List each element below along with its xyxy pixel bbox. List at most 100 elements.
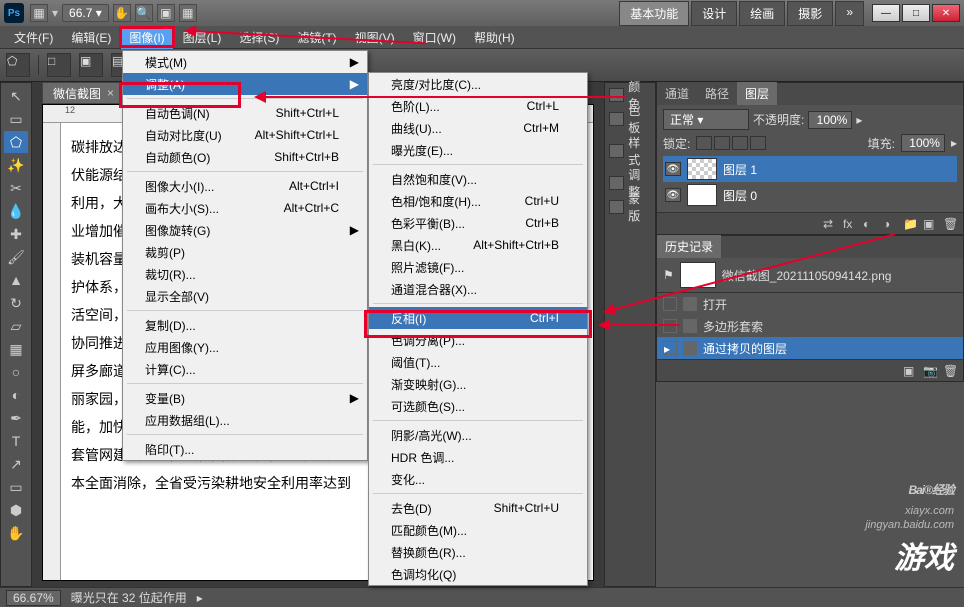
menu-row[interactable]: 色调分离(P)...	[369, 329, 587, 351]
trash-icon[interactable]: 🗑	[943, 217, 957, 231]
stamp-tool[interactable]: ▲	[4, 269, 28, 291]
selection-add-icon[interactable]: ▣	[79, 53, 103, 77]
eyedropper-tool[interactable]: 💧	[4, 200, 28, 222]
menu-row[interactable]: 裁切(R)...	[123, 263, 367, 285]
trash-icon[interactable]: 🗑	[943, 364, 957, 378]
document-tab[interactable]: 微信截图 ×	[42, 82, 125, 104]
adjust-icon[interactable]: ◑	[883, 217, 897, 231]
workspace-tab-painting[interactable]: 绘画	[739, 1, 785, 26]
layer-row[interactable]: 👁 图层 1	[663, 156, 957, 182]
screen-mode-icon[interactable]: ▣	[157, 4, 175, 22]
menu-edit[interactable]: 编辑(E)	[63, 26, 119, 49]
status-zoom[interactable]: 66.67%	[6, 590, 61, 606]
shape-tool[interactable]: ▭	[4, 476, 28, 498]
menu-row[interactable]: 陷印(T)...	[123, 438, 367, 460]
brush-source-icon[interactable]: ⚑	[663, 268, 674, 282]
tab-history[interactable]: 历史记录	[657, 235, 721, 258]
hand-tool[interactable]: ✋	[4, 522, 28, 544]
panel-masks[interactable]: 蒙版	[605, 195, 655, 219]
menu-help[interactable]: 帮助(H)	[466, 26, 523, 49]
magic-wand-tool[interactable]: ✨	[4, 154, 28, 176]
workspace-tab-essentials[interactable]: 基本功能	[619, 1, 689, 26]
link-icon[interactable]: ⇄	[823, 217, 837, 231]
menu-row[interactable]: 变化...	[369, 468, 587, 490]
menu-filter[interactable]: 滤镜(T)	[289, 26, 344, 49]
history-step[interactable]: 打开	[657, 293, 963, 315]
history-step[interactable]: ▸ 通过拷贝的图层	[657, 337, 963, 359]
menu-row[interactable]: 替换颜色(R)...	[369, 541, 587, 563]
menu-row[interactable]: 照片滤镜(F)...	[369, 256, 587, 278]
workspace-tab-photography[interactable]: 摄影	[787, 1, 833, 26]
new-doc-from-state-icon[interactable]: ▣	[903, 364, 917, 378]
menu-row[interactable]: 应用图像(Y)...	[123, 336, 367, 358]
menu-row[interactable]: 阴影/高光(W)...	[369, 424, 587, 446]
menu-window[interactable]: 窗口(W)	[405, 26, 464, 49]
tab-layers[interactable]: 图层	[737, 82, 777, 105]
window-minimize[interactable]: —	[872, 4, 900, 22]
menu-row[interactable]: 亮度/对比度(C)...	[369, 73, 587, 95]
layer-row[interactable]: 👁 图层 0	[663, 182, 957, 208]
menu-row[interactable]: 阈值(T)...	[369, 351, 587, 373]
menu-row[interactable]: 色彩平衡(B)...Ctrl+B	[369, 212, 587, 234]
menu-row[interactable]: 可选颜色(S)...	[369, 395, 587, 417]
menu-row[interactable]: 色调均化(Q)	[369, 563, 587, 585]
window-close[interactable]: ✕	[932, 4, 960, 22]
workspace-tab-design[interactable]: 设计	[691, 1, 737, 26]
menu-row[interactable]: 画布大小(S)...Alt+Ctrl+C	[123, 197, 367, 219]
menu-row[interactable]: 渐变映射(G)...	[369, 373, 587, 395]
menu-row[interactable]: 图像大小(I)...Alt+Ctrl+I	[123, 175, 367, 197]
dodge-tool[interactable]: ◐	[4, 384, 28, 406]
menu-image[interactable]: 图像(I)	[121, 26, 172, 49]
fill-field[interactable]: 100%	[901, 134, 945, 152]
menu-row[interactable]: 曝光度(E)...	[369, 139, 587, 161]
workspace-more[interactable]: »	[835, 1, 864, 26]
pen-tool[interactable]: ✒	[4, 407, 28, 429]
menu-row[interactable]: 反相(I)Ctrl+I	[369, 307, 587, 329]
menu-row[interactable]: 匹配颜色(M)...	[369, 519, 587, 541]
menu-row[interactable]: 模式(M)▶	[123, 51, 367, 73]
blur-tool[interactable]: ○	[4, 361, 28, 383]
visibility-icon[interactable]: 👁	[665, 162, 681, 176]
selection-new-icon[interactable]: □	[47, 53, 71, 77]
gradient-tool[interactable]: ▦	[4, 338, 28, 360]
crop-tool[interactable]: ✂	[4, 177, 28, 199]
new-snapshot-icon[interactable]: 📷	[923, 364, 937, 378]
history-marker[interactable]: ▸	[663, 341, 677, 355]
menu-row[interactable]: 黑白(K)...Alt+Shift+Ctrl+B	[369, 234, 587, 256]
lock-pixels-icon[interactable]	[714, 136, 730, 150]
menu-row[interactable]: 计算(C)...	[123, 358, 367, 380]
marquee-tool[interactable]: ▭	[4, 108, 28, 130]
menu-row[interactable]: 应用数据组(L)...	[123, 409, 367, 431]
move-tool[interactable]: ↖	[4, 85, 28, 107]
opacity-field[interactable]: 100%	[808, 111, 852, 129]
mask-icon[interactable]: ◐	[863, 217, 877, 231]
document-tab-close[interactable]: ×	[107, 86, 114, 100]
tab-paths[interactable]: 路径	[697, 82, 737, 105]
extras-icon[interactable]: ▦	[179, 4, 197, 22]
menu-select[interactable]: 选择(S)	[231, 26, 287, 49]
menu-row[interactable]: 曲线(U)...Ctrl+M	[369, 117, 587, 139]
menu-row[interactable]: 裁剪(P)	[123, 241, 367, 263]
menu-row[interactable]: 色相/饱和度(H)...Ctrl+U	[369, 190, 587, 212]
lasso-tool[interactable]: ⬠	[4, 131, 28, 153]
history-brush-tool[interactable]: ↻	[4, 292, 28, 314]
menu-row[interactable]: 变量(B)▶	[123, 387, 367, 409]
blend-mode-select[interactable]: 正常 ▾	[663, 109, 749, 130]
menu-row[interactable]: 图像旋转(G)▶	[123, 219, 367, 241]
lock-all-icon[interactable]	[750, 136, 766, 150]
3d-tool[interactable]: ⬢	[4, 499, 28, 521]
brush-tool[interactable]: 🖌	[4, 246, 28, 268]
history-marker[interactable]	[663, 319, 677, 333]
history-snapshot[interactable]: ⚑ 微信截图_20211105094142.png	[657, 258, 963, 293]
visibility-icon[interactable]: 👁	[665, 188, 681, 202]
eraser-tool[interactable]: ▱	[4, 315, 28, 337]
menu-file[interactable]: 文件(F)	[6, 26, 61, 49]
lock-position-icon[interactable]	[732, 136, 748, 150]
menu-row[interactable]: 色阶(L)...Ctrl+L	[369, 95, 587, 117]
panel-styles[interactable]: 样式	[605, 139, 655, 163]
heal-tool[interactable]: ✚	[4, 223, 28, 245]
zoom-tool-icon[interactable]: 🔍	[135, 4, 153, 22]
new-layer-icon[interactable]: ▣	[923, 217, 937, 231]
menu-row[interactable]: 自动颜色(O)Shift+Ctrl+B	[123, 146, 367, 168]
type-tool[interactable]: T	[4, 430, 28, 452]
